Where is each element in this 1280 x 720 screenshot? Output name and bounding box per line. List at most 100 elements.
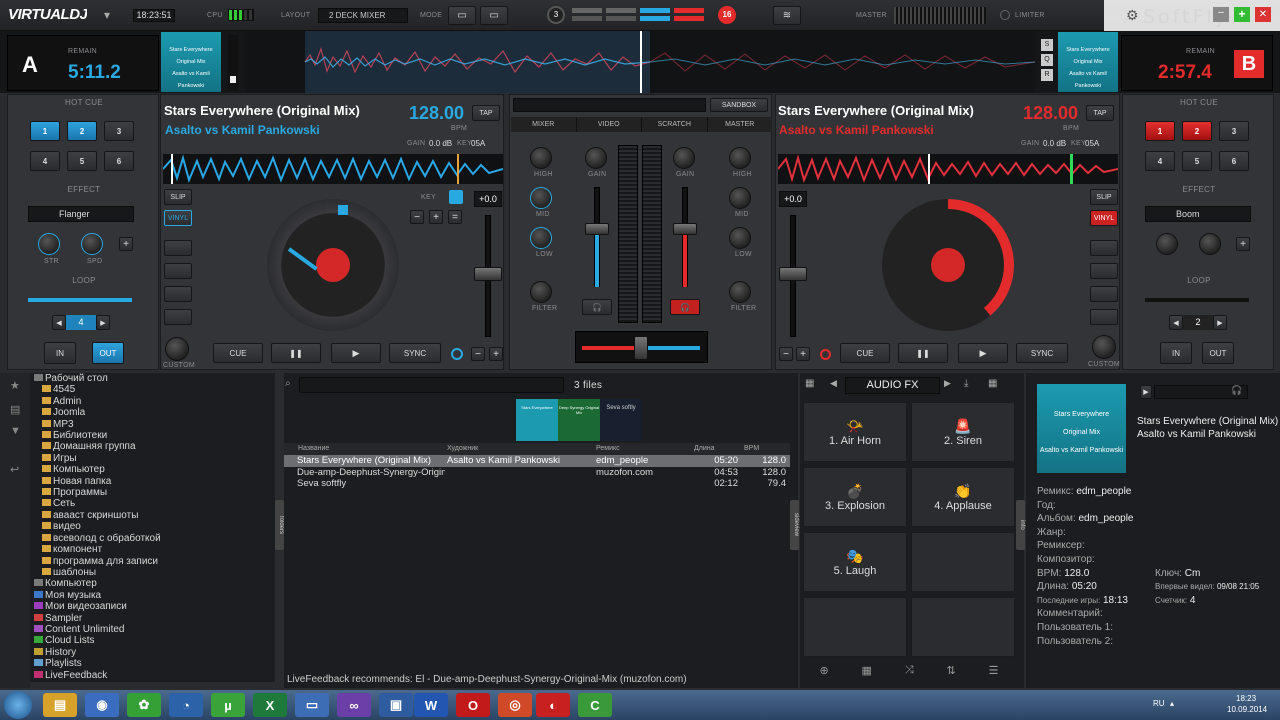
- side-button-s[interactable]: S: [1041, 39, 1053, 51]
- info-tab[interactable]: info: [1016, 500, 1025, 550]
- folder-tree-item[interactable]: LiveFeedback: [34, 670, 275, 681]
- fx-sort-icon[interactable]: ⇅: [947, 664, 956, 684]
- language-indicator[interactable]: RU: [1153, 699, 1165, 708]
- star-icon[interactable]: ★: [10, 379, 20, 392]
- hotcue-b-4[interactable]: 4: [1145, 151, 1175, 171]
- hotcue-a-2[interactable]: 2: [67, 121, 97, 141]
- deck-a-pad-3[interactable]: [164, 286, 192, 302]
- key-lock-icon[interactable]: [449, 190, 463, 204]
- deck-a-play-button[interactable]: ▶: [331, 343, 381, 363]
- folder-tree-item[interactable]: Cloud Lists: [34, 635, 275, 646]
- virtualdj-icon[interactable]: ◐: [536, 693, 570, 717]
- list-icon[interactable]: ▤: [10, 403, 20, 416]
- maximize-icon[interactable]: +: [1234, 7, 1250, 22]
- folder-tree-item[interactable]: шаблоны: [34, 567, 275, 578]
- col-bpm[interactable]: BPM: [742, 443, 790, 455]
- eq-a-high-knob[interactable]: [530, 147, 552, 169]
- deck-a-waveform[interactable]: [163, 154, 503, 184]
- hotcue-a-6[interactable]: 6: [104, 151, 134, 171]
- grid-icon[interactable]: ▦: [805, 378, 814, 389]
- tab-master[interactable]: MASTER: [708, 117, 773, 132]
- search-input[interactable]: [299, 377, 564, 393]
- deck-selector[interactable]: [572, 8, 704, 22]
- fx-add-icon[interactable]: ⊕: [819, 664, 828, 684]
- effect-b-knob-1[interactable]: [1156, 233, 1178, 255]
- col-artist[interactable]: Художник: [445, 443, 594, 455]
- folder-tree-item[interactable]: Новая папка: [34, 476, 275, 487]
- folder-tree-item[interactable]: Admin: [34, 396, 275, 407]
- mode-monitor-icon[interactable]: ▭: [448, 6, 476, 25]
- side-button-r[interactable]: R: [1041, 69, 1053, 81]
- headphones-icon[interactable]: 🎧: [1231, 385, 1242, 396]
- fx-next-icon[interactable]: ▶: [944, 378, 951, 389]
- loop-b-next-icon[interactable]: ▶: [1213, 315, 1227, 330]
- file-row[interactable]: Seva softfly 02:12 79.4: [284, 478, 790, 490]
- camtasia-icon[interactable]: C: [578, 693, 612, 717]
- deck-a-pitch-plus[interactable]: +: [489, 347, 503, 361]
- utorrent-icon[interactable]: µ: [211, 693, 245, 717]
- folder-tree-item[interactable]: Компьютер: [34, 578, 275, 589]
- effect-b-knob-2[interactable]: [1199, 233, 1221, 255]
- fx-empty-7[interactable]: [803, 597, 907, 657]
- network-icon[interactable]: ▣: [379, 693, 413, 717]
- folder-tree-item[interactable]: Sampler: [34, 613, 275, 624]
- folder-tree-item[interactable]: Моя музыка: [34, 590, 275, 601]
- col-remix[interactable]: Ремикс: [594, 443, 692, 455]
- deck-b-jogwheel[interactable]: [882, 199, 1014, 331]
- loop-b-prev-icon[interactable]: ◀: [1169, 315, 1183, 330]
- folder-tree-item[interactable]: Playlists: [34, 658, 275, 669]
- fx-air-horn[interactable]: 📯 1. Air Horn: [803, 402, 907, 462]
- eq-b-low-knob[interactable]: [729, 227, 751, 249]
- limiter-led[interactable]: [1000, 10, 1010, 20]
- hotcue-b-2[interactable]: 2: [1182, 121, 1212, 141]
- col-length[interactable]: Длина: [692, 443, 742, 455]
- visual-studio-icon[interactable]: ∞: [337, 693, 371, 717]
- deck-b-cue-button[interactable]: CUE: [840, 343, 890, 363]
- fx-grid-icon[interactable]: ▦: [862, 664, 872, 684]
- window-icon[interactable]: ▭: [295, 693, 329, 717]
- folder-tree-item[interactable]: Домашняя группа: [34, 441, 275, 452]
- opera-icon[interactable]: O: [456, 693, 490, 717]
- deck-a-pitch-minus[interactable]: −: [471, 347, 485, 361]
- headphone-a-icon[interactable]: 🎧: [582, 299, 612, 315]
- loop-b-in-button[interactable]: IN: [1160, 342, 1192, 364]
- deck-b-pause-button[interactable]: ❚❚: [898, 343, 948, 363]
- hotcue-b-5[interactable]: 5: [1182, 151, 1212, 171]
- deck-a-pause-button[interactable]: ❚❚: [271, 343, 321, 363]
- loop-a-in-button[interactable]: IN: [44, 342, 76, 364]
- deck-a-pad-4[interactable]: [164, 309, 192, 325]
- folder-tree-item[interactable]: History: [34, 647, 275, 658]
- folder-tree-item[interactable]: Joomla: [34, 407, 275, 418]
- volume-a-fader[interactable]: [585, 223, 609, 235]
- explorer-icon[interactable]: ▤: [43, 693, 77, 717]
- fx-empty-8[interactable]: [911, 597, 1015, 657]
- hotcue-a-4[interactable]: 4: [30, 151, 60, 171]
- deck-a-sync-led[interactable]: [451, 348, 463, 360]
- gear-icon[interactable]: ⚙: [1126, 7, 1139, 24]
- folder-tree-item[interactable]: всеволод с обработкой: [34, 533, 275, 544]
- deck-left-count[interactable]: 3: [547, 6, 565, 24]
- folder-tree-item[interactable]: Программы: [34, 487, 275, 498]
- deck-b-sync-led[interactable]: [820, 349, 831, 360]
- layout-select[interactable]: 2 DECK MIXER: [318, 8, 408, 23]
- hotcue-a-3[interactable]: 3: [104, 121, 134, 141]
- deck-b-pitch-plus[interactable]: +: [796, 347, 810, 361]
- key-a-minus[interactable]: −: [410, 210, 424, 224]
- folder-tree-item[interactable]: MP3: [34, 419, 275, 430]
- deck-b-pitch-minus[interactable]: −: [779, 347, 793, 361]
- filter-icon[interactable]: ▼: [10, 425, 21, 437]
- deck-b-play-button[interactable]: ▶: [958, 343, 1008, 363]
- side-button-q[interactable]: Q: [1041, 54, 1053, 66]
- filter-a-knob[interactable]: [530, 281, 552, 303]
- deck-a-vinyl-button[interactable]: VINYL: [164, 210, 192, 226]
- headphone-b-icon[interactable]: 🎧: [670, 299, 700, 315]
- folder-tree-item[interactable]: авааст скриншоты: [34, 510, 275, 521]
- deck-b-pad-2[interactable]: [1090, 263, 1118, 279]
- deck-a-sync-button[interactable]: SYNC: [389, 343, 441, 363]
- deck-a-jogwheel[interactable]: [267, 199, 399, 331]
- folder-tree-item[interactable]: Библиотеки: [34, 430, 275, 441]
- file-row[interactable]: Due-amp-Deephust-Synergy-Original-Mix El…: [284, 467, 790, 479]
- effect-a-str-knob[interactable]: [38, 233, 60, 255]
- hotcue-b-3[interactable]: 3: [1219, 121, 1249, 141]
- hotcue-a-1[interactable]: 1: [30, 121, 60, 141]
